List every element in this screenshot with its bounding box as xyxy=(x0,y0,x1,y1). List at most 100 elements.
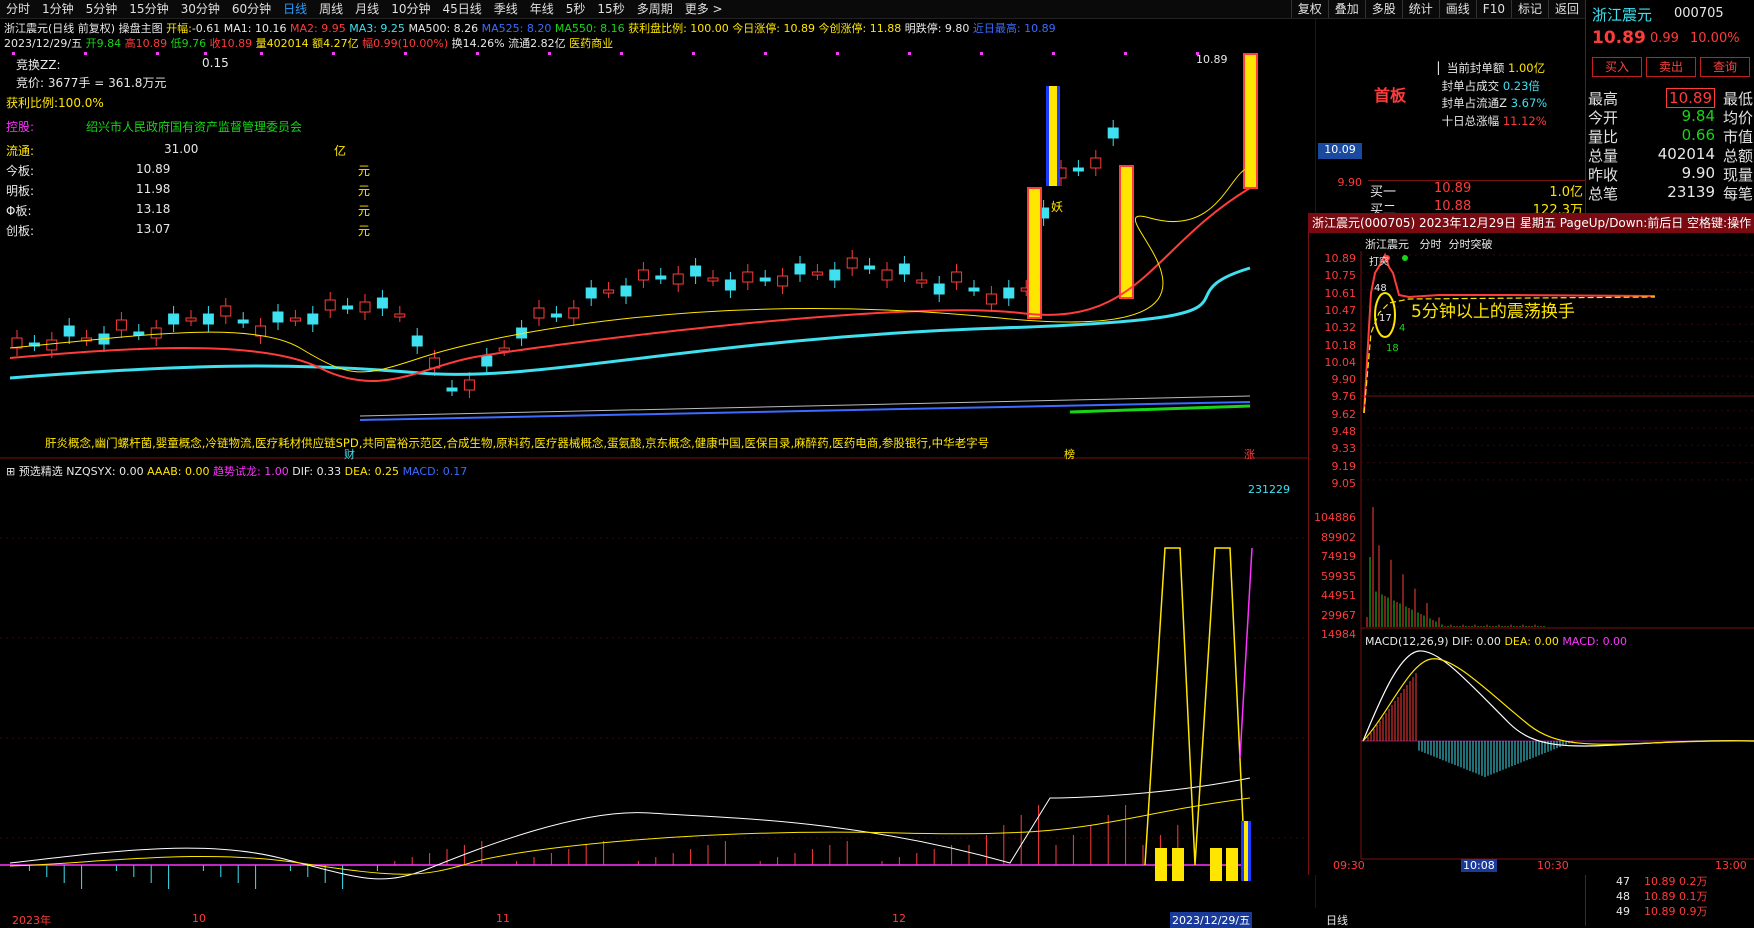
price-tick-label: 10.32 xyxy=(1324,321,1357,335)
float-unit: 亿 xyxy=(334,144,347,158)
tool-button[interactable]: F10 xyxy=(1475,0,1511,18)
dea-line xyxy=(9,797,1251,875)
candle-body xyxy=(133,331,145,336)
intraday-title-text: 浙江震元(000705) 2023年12月29日 星期五 PageUp/Down… xyxy=(1312,216,1752,230)
board-value: 10.89 xyxy=(136,162,171,176)
period-tab[interactable]: 1分钟 xyxy=(36,0,80,18)
price-tick-label: 9.48 xyxy=(1331,425,1357,438)
bid1-price[interactable]: 10.89 xyxy=(1434,181,1471,196)
period-tab[interactable]: 季线 xyxy=(488,0,524,18)
quote-label: 每笔 xyxy=(1722,185,1753,203)
indicator-name[interactable]: 操盘主图 xyxy=(119,22,163,35)
period-tab[interactable]: 15分钟 xyxy=(123,0,174,18)
period-tab[interactable]: 5秒 xyxy=(560,0,592,18)
quote-label: 市值 xyxy=(1722,128,1753,146)
signal-dot xyxy=(548,52,551,55)
period-tab[interactable]: 10分钟 xyxy=(385,0,436,18)
period-tab[interactable]: 多周期 xyxy=(631,0,679,18)
indicator-date-label: 231229 xyxy=(1248,483,1290,496)
seal-value: 0.23倍 xyxy=(1502,78,1540,93)
finance-mark: 财 xyxy=(344,448,355,461)
period-tab[interactable]: 5分钟 xyxy=(80,0,124,18)
signal-line xyxy=(1239,547,1253,759)
board-label: 今板: xyxy=(6,164,35,178)
board-label: Φ板: xyxy=(6,204,32,218)
indicator-toggle-icon[interactable]: ⊞ xyxy=(6,465,15,478)
macd-name: MACD(12,26,9) xyxy=(1365,635,1449,648)
price-tick-label: 9.05 xyxy=(1331,476,1357,490)
period-tab[interactable]: 日线 xyxy=(277,0,313,18)
intraday-chart[interactable] xyxy=(1309,233,1754,875)
stock-code: 000705 xyxy=(1674,6,1724,21)
trend-value: 趋势试龙: 1.00 xyxy=(213,465,289,478)
bid2-volume: 122.3万 xyxy=(1532,203,1583,214)
sell-button[interactable]: 卖出 xyxy=(1646,57,1696,77)
intraday-y-axis: 10.89 10.75 10.61 10.47 10.32 10.18 10.04 9.90 9… xyxy=(1308,233,1360,713)
price-tick-label: 9.90 xyxy=(1331,373,1357,387)
period-tab[interactable]: 更多 > xyxy=(679,0,729,18)
tool-button[interactable]: 返回 xyxy=(1547,0,1585,18)
signal-dot xyxy=(908,52,911,55)
tool-button[interactable]: 统计 xyxy=(1401,0,1439,18)
price-tick-label: 10.89 xyxy=(1324,252,1357,265)
bar-high: 高10.89 xyxy=(124,37,168,50)
trade-row: 48 10.89 0.1万 xyxy=(1616,889,1708,904)
trade-price: 10.89 xyxy=(1644,905,1676,918)
candle-body xyxy=(1107,127,1119,139)
quote-label: 最低 xyxy=(1722,90,1753,108)
signal-dot xyxy=(404,52,407,55)
period-tab[interactable]: 30分钟 xyxy=(175,0,226,18)
indicator-name[interactable]: 预选精选 xyxy=(19,465,63,478)
period-tab[interactable]: 45日线 xyxy=(436,0,487,18)
bar-close: 收10.89 xyxy=(209,37,253,50)
buy-button[interactable]: 买入 xyxy=(1592,57,1642,77)
bid2-price[interactable]: 10.88 xyxy=(1434,199,1471,214)
intraday-mark: 48 xyxy=(1374,283,1387,294)
quote-value: 9.84 xyxy=(1681,107,1715,125)
quote-label: 总额 xyxy=(1722,147,1753,165)
tool-button[interactable]: 多股 xyxy=(1364,0,1402,18)
price-change: 0.99 xyxy=(1650,31,1679,46)
query-button[interactable]: 查询 xyxy=(1700,57,1750,77)
board-value: 11.98 xyxy=(136,182,171,196)
chart-header-line1: 浙江震元(日线 前复权) 操盘主图 开幅:-0.61 MA1: 10.16 MA… xyxy=(4,20,1056,36)
tool-button[interactable]: 叠加 xyxy=(1327,0,1365,18)
candle-body xyxy=(11,337,23,349)
price-tick-label: 9.76 xyxy=(1331,390,1357,404)
intraday-mark: 18 xyxy=(1386,343,1399,354)
last-price: 10.89 xyxy=(1592,28,1646,48)
signal-dot xyxy=(980,52,983,55)
signal-bar xyxy=(1226,848,1238,881)
stock-name: 浙江震元 xyxy=(1592,6,1653,24)
bid1-label: 买一 xyxy=(1370,185,1397,200)
tool-button[interactable]: 画线 xyxy=(1438,0,1476,18)
tool-button[interactable]: 复权 xyxy=(1290,0,1328,18)
bid-zz-label: 竞换ZZ: xyxy=(16,58,61,72)
ma3-value: MA3: 9.25 xyxy=(349,22,405,35)
board-value: 13.18 xyxy=(136,202,171,216)
bar-sector[interactable]: 医药商业 xyxy=(569,37,613,50)
period-tab[interactable]: 分时 xyxy=(0,0,36,18)
ma-line xyxy=(359,395,1251,417)
candle-body xyxy=(916,279,928,284)
bar-amount: 额4.27亿 xyxy=(312,37,359,50)
dif-line xyxy=(1362,650,1754,747)
period-tab[interactable]: 60分钟 xyxy=(226,0,277,18)
intraday-tab[interactable]: 分时 xyxy=(1420,238,1442,251)
period-tab[interactable]: 月线 xyxy=(349,0,385,18)
intraday-popup-title[interactable]: 浙江震元(000705) 2023年12月29日 星期五 PageUp/Down… xyxy=(1308,213,1754,233)
trade-price: 10.89 xyxy=(1644,890,1676,903)
time-label: 09:30 xyxy=(1333,859,1365,872)
signal-dot xyxy=(476,52,479,55)
intraday-tab[interactable]: 浙江震元 xyxy=(1365,238,1409,251)
tool-button[interactable]: 标记 xyxy=(1510,0,1548,18)
candle-body xyxy=(272,311,284,323)
period-tab[interactable]: 年线 xyxy=(524,0,560,18)
concept-tags[interactable]: 肝炎概念,幽门螺杆菌,婴童概念,冷链物流,医疗耗材供应链SPD,共同富裕示范区,… xyxy=(45,435,989,451)
volume-tick-label: 74919 xyxy=(1321,550,1356,563)
period-tab[interactable]: 周线 xyxy=(313,0,349,18)
period-tab[interactable]: 15秒 xyxy=(591,0,630,18)
time-axis: 2023年 10 11 12 2023/12/29/五 日线 xyxy=(0,912,1348,928)
candle-body xyxy=(655,275,667,280)
intraday-tab[interactable]: 分时突破 xyxy=(1449,238,1493,251)
